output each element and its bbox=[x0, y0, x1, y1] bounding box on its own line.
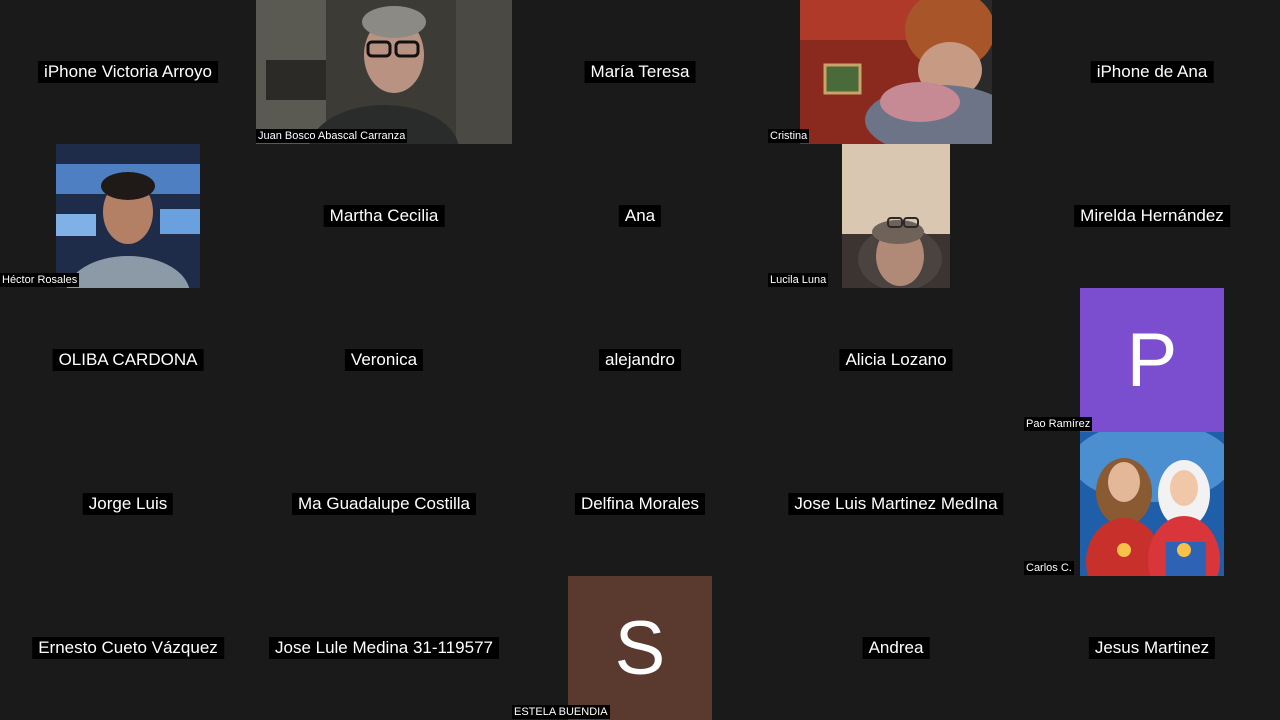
participant-name: Ma Guadalupe Costilla bbox=[292, 493, 476, 515]
participant-tile-oliba[interactable]: OLIBA CARDONA bbox=[0, 288, 256, 432]
participant-video bbox=[800, 0, 992, 144]
participant-name: iPhone Victoria Arroyo bbox=[38, 61, 218, 83]
avatar-initial: P bbox=[1126, 317, 1178, 403]
participant-video bbox=[256, 0, 512, 144]
participant-tile-andrea[interactable]: Andrea bbox=[768, 576, 1024, 720]
avatar: P bbox=[1080, 288, 1224, 432]
participant-tile-martha[interactable]: Martha Cecilia bbox=[256, 144, 512, 288]
participant-tile-alicia[interactable]: Alicia Lozano bbox=[768, 288, 1024, 432]
participant-video bbox=[1080, 432, 1224, 576]
participant-name: Cristina bbox=[768, 129, 810, 143]
participant-tile-pao[interactable]: P Pao Ramírez bbox=[1024, 288, 1280, 432]
avatar-initial: S bbox=[614, 605, 666, 691]
participant-name: ESTELA BUENDIA bbox=[512, 705, 610, 719]
participant-tile-veronica[interactable]: Veronica bbox=[256, 288, 512, 432]
participant-tile-lucila[interactable]: Lucila Luna bbox=[768, 144, 1024, 288]
participant-name: Mirelda Hernández bbox=[1074, 205, 1230, 227]
participant-tile-jorge[interactable]: Jorge Luis bbox=[0, 432, 256, 576]
avatar: S bbox=[568, 576, 712, 720]
participant-name: Jesus Martinez bbox=[1088, 637, 1216, 659]
participant-tile-ernesto[interactable]: Ernesto Cueto Vázquez bbox=[0, 576, 256, 720]
participant-name: Veronica bbox=[344, 349, 424, 371]
participant-tile-estela[interactable]: S ESTELA BUENDIA bbox=[512, 576, 768, 720]
participant-name: Ernesto Cueto Vázquez bbox=[32, 637, 224, 659]
participant-tile-mirelda[interactable]: Mirelda Hernández bbox=[1024, 144, 1280, 288]
participant-name: Jose Luis Martinez MedIna bbox=[788, 493, 1004, 515]
participant-tile-juan-bosco[interactable]: Juan Bosco Abascal Carranza bbox=[256, 0, 512, 144]
participant-tile-alejandro[interactable]: alejandro bbox=[512, 288, 768, 432]
participant-tile-cristina[interactable]: Cristina bbox=[768, 0, 1024, 144]
participant-name: Lucila Luna bbox=[768, 273, 829, 287]
participant-name: Jose Lule Medina 31-119577 bbox=[268, 637, 500, 659]
participant-name: Alicia Lozano bbox=[839, 349, 953, 371]
participant-name: alejandro bbox=[599, 349, 681, 371]
participant-tile-ma-guadalupe[interactable]: Ma Guadalupe Costilla bbox=[256, 432, 512, 576]
participant-name: María Teresa bbox=[584, 61, 696, 83]
participant-tile-jose-luis[interactable]: Jose Luis Martinez MedIna bbox=[768, 432, 1024, 576]
participant-tile-hector[interactable]: Héctor Rosales bbox=[0, 144, 256, 288]
participant-name: Héctor Rosales bbox=[0, 273, 80, 287]
participant-tile-jesus[interactable]: Jesus Martinez bbox=[1024, 576, 1280, 720]
participant-video bbox=[842, 144, 950, 288]
participant-name: Jorge Luis bbox=[82, 493, 174, 515]
participant-name: Pao Ramírez bbox=[1024, 417, 1093, 431]
participant-tile-ana[interactable]: Ana bbox=[512, 144, 768, 288]
participant-name: Andrea bbox=[862, 637, 930, 659]
participant-tile-victoria[interactable]: iPhone Victoria Arroyo bbox=[0, 0, 256, 144]
participant-name: Juan Bosco Abascal Carranza bbox=[256, 129, 408, 143]
participant-tile-jose-lule[interactable]: Jose Lule Medina 31-119577 bbox=[256, 576, 512, 720]
participant-tile-delfina[interactable]: Delfina Morales bbox=[512, 432, 768, 576]
participant-name: Martha Cecilia bbox=[323, 205, 445, 227]
participant-tile-maria-teresa[interactable]: María Teresa bbox=[512, 0, 768, 144]
participant-tile-ana-iphone[interactable]: iPhone de Ana bbox=[1024, 0, 1280, 144]
participant-name: OLIBA CARDONA bbox=[52, 349, 204, 371]
participant-tile-carlos[interactable]: Carlos C. bbox=[1024, 432, 1280, 576]
participant-name: iPhone de Ana bbox=[1090, 61, 1214, 83]
participant-name: Ana bbox=[618, 205, 662, 227]
participant-name: Delfina Morales bbox=[574, 493, 706, 515]
participant-video bbox=[56, 144, 200, 288]
participant-name: Carlos C. bbox=[1024, 561, 1074, 575]
